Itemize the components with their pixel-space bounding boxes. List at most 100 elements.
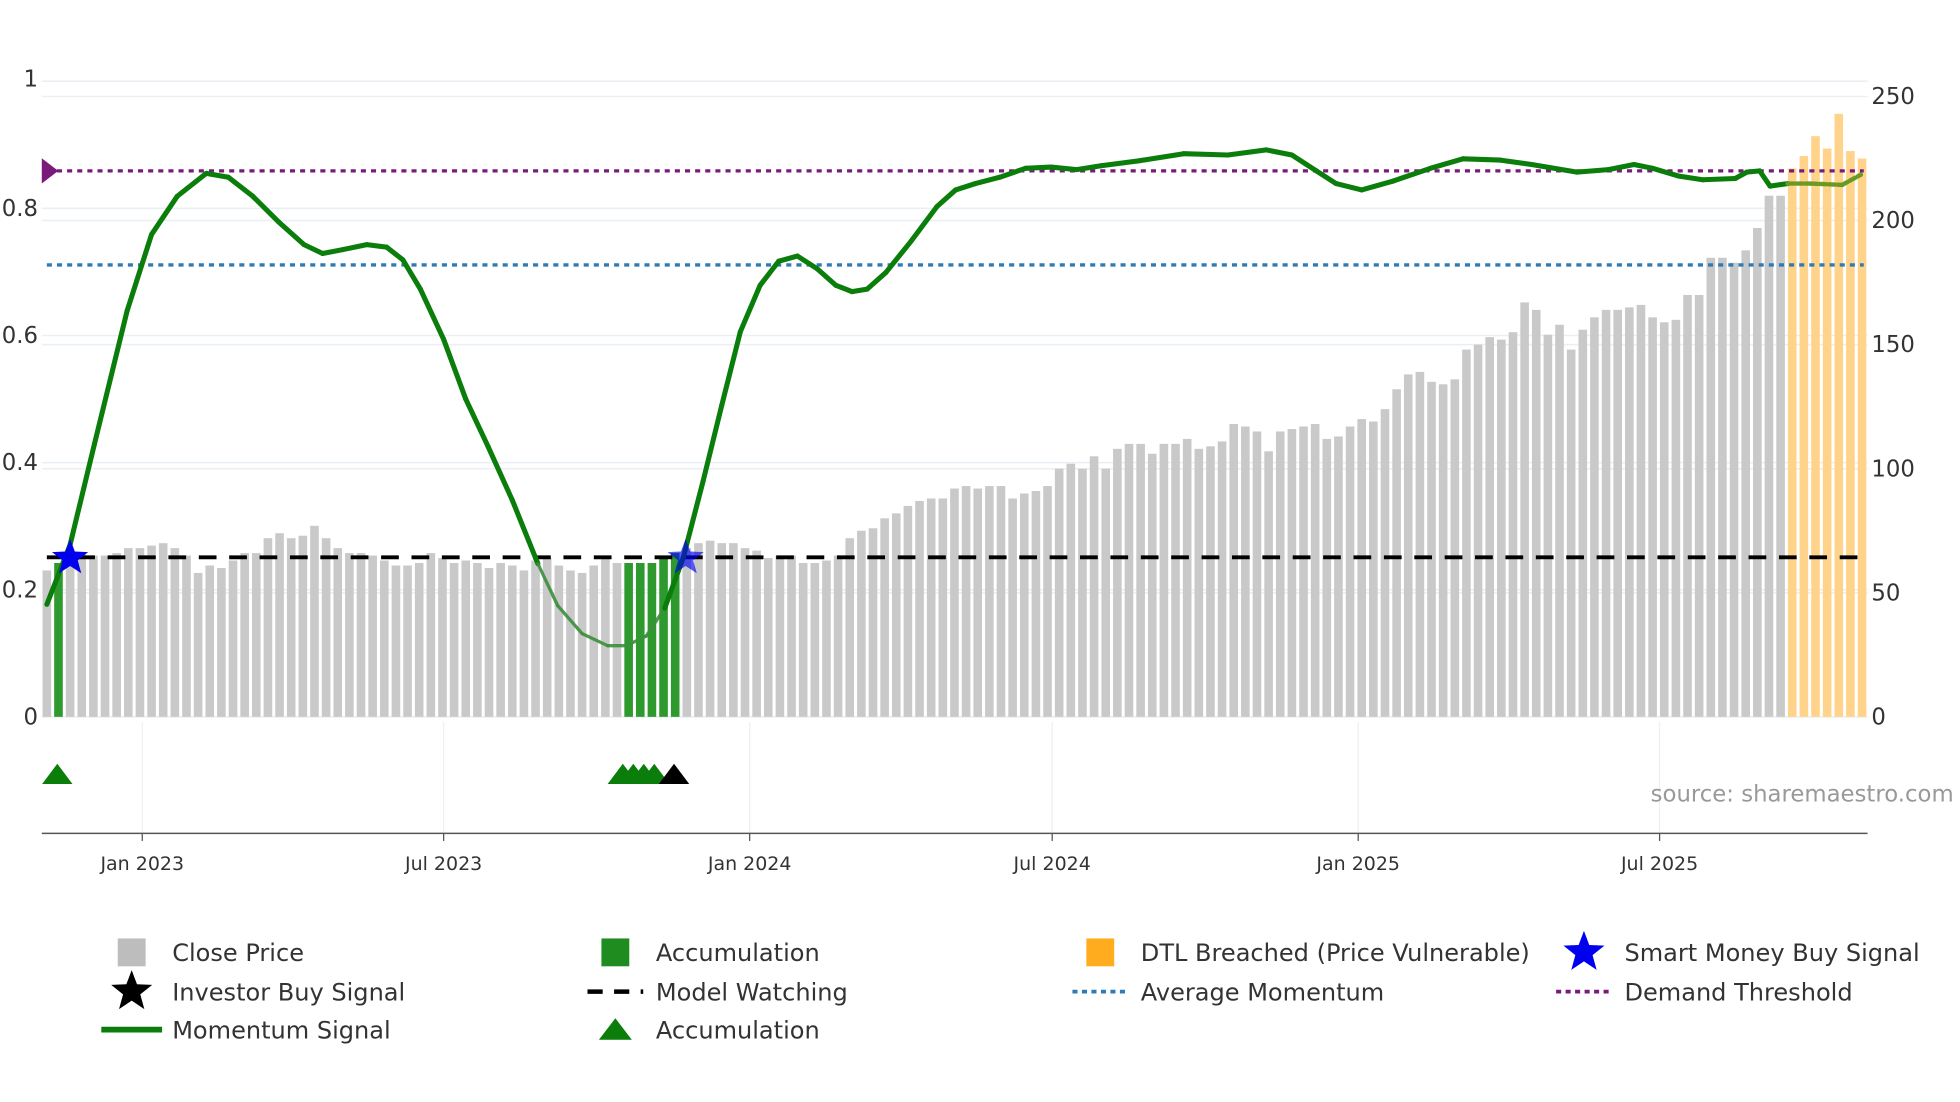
legend-label: Smart Money Buy Signal xyxy=(1624,939,1919,967)
close-price-bar xyxy=(577,572,587,717)
close-price-bar xyxy=(438,558,447,717)
left-tick-label: 0.8 xyxy=(2,196,38,222)
close-price-bar xyxy=(426,553,436,717)
close-price-bar xyxy=(1217,441,1227,717)
momentum-segment xyxy=(1181,151,1231,158)
accumulation-bar xyxy=(659,555,668,717)
close-price-bar xyxy=(1310,424,1320,717)
close-price-bar xyxy=(787,555,796,717)
close-price-bar xyxy=(775,555,785,717)
demand-threshold-marker-icon xyxy=(41,158,59,184)
legend-square-icon xyxy=(117,938,146,967)
close-price-bar xyxy=(1543,334,1553,717)
momentum-segment xyxy=(1631,161,1656,171)
close-price-bar xyxy=(100,555,110,717)
close-price-bar xyxy=(1066,463,1076,717)
momentum-segment xyxy=(1700,175,1738,183)
close-price-bar xyxy=(601,555,610,717)
left-tick-label: 0.6 xyxy=(2,323,38,349)
close-price-bar xyxy=(263,538,273,717)
close-price-bar xyxy=(1485,337,1495,717)
close-price-bar xyxy=(77,553,87,717)
close-price-bar xyxy=(1753,227,1762,717)
close-price-bar xyxy=(763,558,773,717)
accumulation-bar xyxy=(624,563,633,717)
close-price-bar xyxy=(1566,349,1576,717)
momentum-segment xyxy=(463,396,491,449)
dtl-breached-bar xyxy=(1787,168,1797,717)
momentum-segment xyxy=(1427,156,1466,171)
close-price-bar xyxy=(135,548,145,717)
close-price-bar xyxy=(845,538,855,717)
momentum-segment xyxy=(1767,181,1791,189)
momentum-segment xyxy=(934,187,959,210)
x-tick-label: Jul 2025 xyxy=(1620,853,1698,875)
close-price-bar xyxy=(1334,436,1343,717)
close-price-bar xyxy=(391,565,401,717)
close-price-bar xyxy=(1078,468,1087,717)
momentum-segment xyxy=(883,238,914,276)
close-price-bar xyxy=(1497,339,1506,717)
close-price-bar xyxy=(496,563,505,717)
legend-triangle-icon xyxy=(598,1018,632,1040)
close-price-bar xyxy=(1252,431,1262,717)
legend: Close Price Accumulation DTL Breached (Pri… xyxy=(101,930,1920,1044)
close-price-bar xyxy=(1764,195,1774,717)
close-price-bar xyxy=(1729,262,1739,717)
momentum-segment xyxy=(1460,156,1503,163)
momentum-segment xyxy=(339,242,370,253)
legend-label: Accumulation xyxy=(656,939,820,967)
momentum-segment xyxy=(864,270,889,292)
left-tick-label: 0 xyxy=(23,704,38,730)
close-price-bar xyxy=(740,548,750,717)
close-price-bar xyxy=(228,560,238,717)
momentum-price-chart: Jan 2023 Jul 2023 Jan 2024 Jul 2024 Jan 2025… xyxy=(2,66,1954,1044)
accumulation-triangle-icon xyxy=(42,763,73,784)
investor-buy-triangle-icon xyxy=(658,763,690,784)
close-price-bar xyxy=(1718,257,1727,717)
close-price-bar xyxy=(961,486,971,717)
close-price-bar xyxy=(717,543,727,717)
momentum-segment xyxy=(737,282,763,335)
x-tick-label: Jan 2024 xyxy=(707,853,792,875)
momentum-segment xyxy=(67,441,98,548)
momentum-segment xyxy=(301,242,326,257)
close-price-bar xyxy=(1089,456,1099,717)
momentum-segment xyxy=(1333,181,1365,193)
close-price-bar xyxy=(833,555,843,717)
momentum-segment xyxy=(1048,164,1080,173)
close-price-bar xyxy=(1694,294,1704,717)
close-price-bar xyxy=(1531,309,1541,717)
momentum-segment xyxy=(320,247,345,257)
legend-label: Momentum Signal xyxy=(172,1016,391,1044)
close-price-bar xyxy=(798,563,808,717)
close-price-bar xyxy=(1345,426,1355,717)
close-price-bar xyxy=(729,543,738,717)
close-price-bar xyxy=(170,548,180,717)
close-price-bar xyxy=(205,565,215,717)
close-price-bar xyxy=(1415,371,1425,717)
dtl-breached-bar xyxy=(1822,148,1832,717)
close-price-bar xyxy=(1392,389,1401,717)
momentum-segment xyxy=(509,497,541,567)
close-price-bar xyxy=(1369,421,1378,717)
close-price-bar xyxy=(1194,448,1204,717)
close-price-bar xyxy=(193,572,203,717)
close-price-bar xyxy=(891,513,901,717)
close-price-bar xyxy=(1578,329,1588,717)
close-price-bar xyxy=(880,518,889,717)
close-price-bar xyxy=(682,548,692,717)
legend-label: Demand Threshold xyxy=(1624,978,1852,1006)
momentum-segment xyxy=(174,170,209,199)
legend-star-icon xyxy=(111,970,153,1010)
right-tick-label: 200 xyxy=(1871,208,1914,234)
momentum-segment xyxy=(364,242,390,250)
momentum-segment xyxy=(776,253,800,264)
momentum-segment xyxy=(1074,163,1104,173)
momentum-segment xyxy=(1605,161,1637,173)
dtl-breached-bar xyxy=(1799,156,1809,717)
momentum-segment xyxy=(1313,168,1339,187)
close-price-bar xyxy=(985,486,994,717)
momentum-segment xyxy=(814,266,839,288)
legend-label: Close Price xyxy=(172,939,304,967)
